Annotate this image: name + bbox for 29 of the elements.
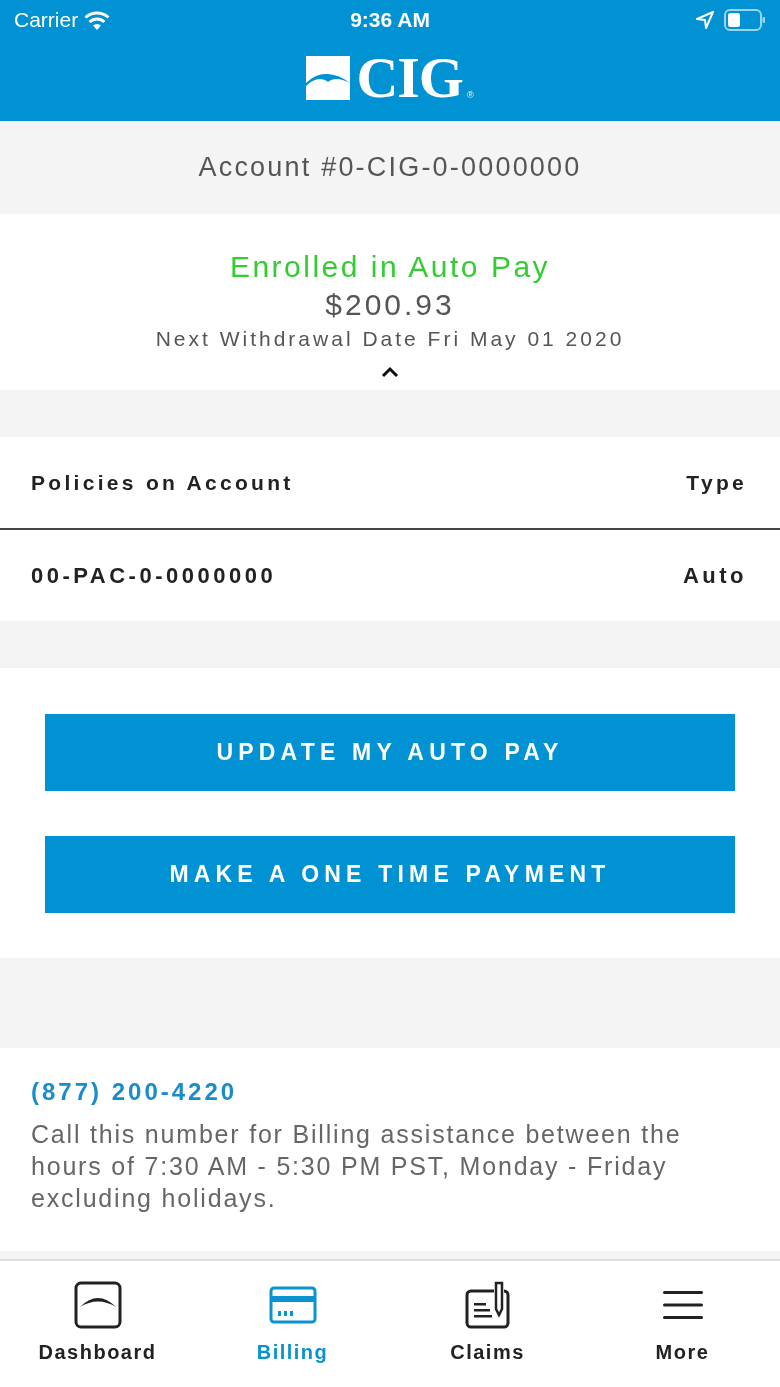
one-time-payment-button[interactable]: MAKE A ONE TIME PAYMENT xyxy=(45,836,735,913)
next-withdrawal-date: Next Withdrawal Date Fri May 01 2020 xyxy=(155,326,625,352)
registered-mark: ® xyxy=(466,91,474,100)
tab-item[interactable]: Billing xyxy=(195,1261,390,1387)
menu-icon xyxy=(661,1289,704,1321)
table-cell: 00-PAC-0-0000000 xyxy=(31,562,277,589)
document-pen-icon xyxy=(463,1281,512,1329)
credit-card-icon xyxy=(268,1286,317,1324)
table-cell: Auto xyxy=(682,562,747,589)
wifi-icon xyxy=(84,10,111,30)
location-arrow-icon xyxy=(696,11,714,29)
auto-pay-status: Enrolled in Auto Pay xyxy=(229,249,551,285)
carrier-name: Carrier xyxy=(14,8,79,32)
column-header: Type xyxy=(686,470,747,495)
dashboard-icon xyxy=(73,1281,122,1329)
logo-text: CIG xyxy=(356,56,463,100)
billing-hours-note: Call this number for Billing assistance between the hours of 7:30 AM - 5:30 PM PST, Monday - Friday excluding holidays. xyxy=(31,1119,683,1214)
payment-amount: $200.93 xyxy=(325,287,455,323)
collapse-chevron-icon[interactable] xyxy=(381,366,399,378)
tab-item[interactable]: Dashboard xyxy=(0,1261,195,1387)
update-auto-pay-button[interactable]: UPDATE MY AUTO PAY xyxy=(45,714,735,791)
battery-icon xyxy=(724,9,766,31)
tab-item[interactable]: More xyxy=(585,1261,780,1387)
account-number: Account #0-CIG-0-0000000 xyxy=(198,152,582,183)
bird-logo-icon xyxy=(306,56,351,100)
phone-link[interactable]: (877) 200-4220 xyxy=(31,1078,238,1106)
column-header: Policies on Account xyxy=(31,470,294,495)
tab-item[interactable]: Claims xyxy=(390,1261,585,1387)
status-time: 9:36 AM xyxy=(350,8,430,32)
